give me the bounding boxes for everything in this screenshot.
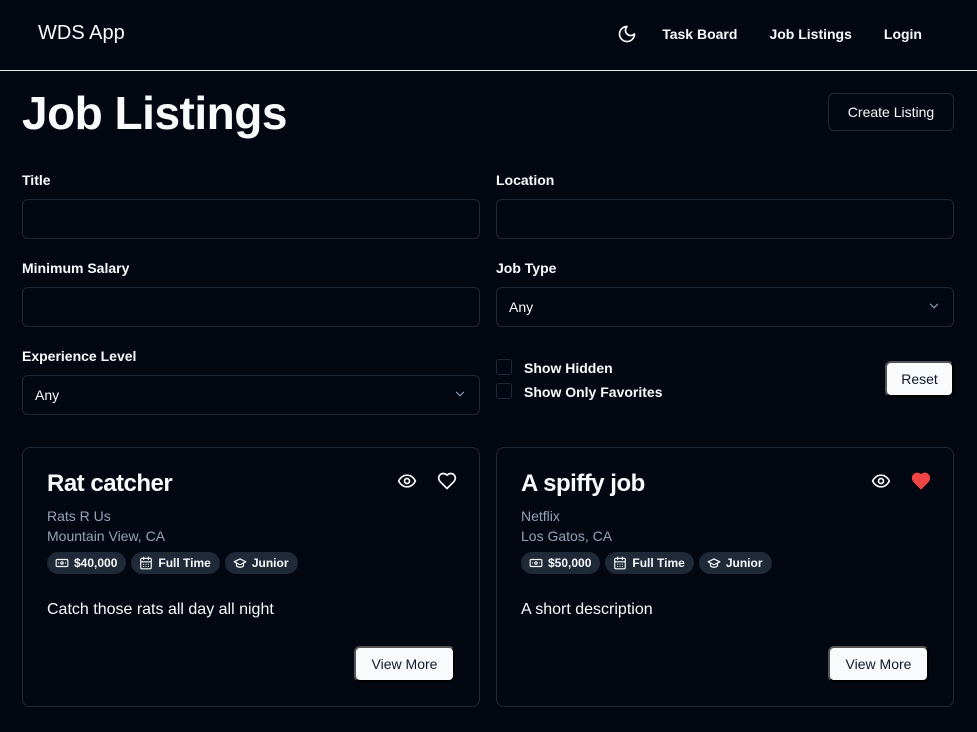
- min-salary-input[interactable]: [22, 287, 480, 327]
- page-title: Job Listings: [22, 87, 287, 139]
- banknote-icon: [55, 558, 69, 568]
- level-badge: Junior: [224, 552, 298, 574]
- level-badge: Junior: [698, 552, 772, 574]
- show-hidden-checkbox[interactable]: [496, 359, 512, 375]
- type-value: Full Time: [632, 556, 685, 570]
- type-badge: Full Time: [605, 552, 694, 574]
- job-card: Rat catcher Rats R Us Mountain View, CA …: [22, 447, 480, 707]
- location-input[interactable]: [496, 199, 954, 239]
- nav-link-job-listings[interactable]: Job Listings: [769, 22, 851, 46]
- job-badges: $40,000 Full Time Junior: [47, 552, 303, 574]
- job-location: Mountain View, CA: [47, 528, 166, 544]
- eye-icon[interactable]: [396, 470, 418, 492]
- salary-badge: $40,000: [47, 552, 127, 574]
- experience-label: Experience Level: [22, 348, 137, 364]
- chevron-down-icon: [927, 299, 941, 316]
- experience-select[interactable]: Any: [22, 375, 480, 415]
- job-type-select[interactable]: Any: [496, 287, 954, 327]
- job-card: A spiffy job Netflix Los Gatos, CA $50,0…: [496, 447, 954, 707]
- salary-badge: $50,000: [521, 552, 601, 574]
- calendar-icon: [140, 556, 153, 570]
- reset-button[interactable]: Reset: [885, 361, 954, 397]
- create-listing-button[interactable]: Create Listing: [828, 93, 954, 131]
- level-value: Junior: [725, 556, 763, 570]
- show-favorites-label: Show Only Favorites: [524, 384, 663, 400]
- nav-menu: Task Board Job Listings Login: [615, 22, 922, 46]
- calendar-icon: [614, 556, 627, 570]
- brand-logo[interactable]: WDS App: [38, 22, 125, 45]
- heart-filled-icon[interactable]: [910, 470, 932, 492]
- eye-icon[interactable]: [870, 470, 892, 492]
- view-more-button[interactable]: View More: [354, 646, 455, 682]
- nav-link-task-board[interactable]: Task Board: [662, 22, 737, 46]
- type-badge: Full Time: [131, 552, 220, 574]
- moon-icon[interactable]: [615, 22, 639, 46]
- chevron-down-icon: [453, 387, 467, 404]
- view-more-button[interactable]: View More: [828, 646, 929, 682]
- salary-value: $50,000: [548, 556, 592, 570]
- title-label: Title: [22, 172, 51, 188]
- job-title: Rat catcher: [47, 470, 173, 497]
- graduation-cap-icon: [233, 558, 247, 568]
- graduation-cap-icon: [707, 558, 721, 568]
- job-company: Rats R Us: [47, 508, 111, 524]
- job-type-label: Job Type: [496, 260, 557, 276]
- job-badges: $50,000 Full Time Junior: [521, 552, 777, 574]
- job-location: Los Gatos, CA: [521, 528, 613, 544]
- job-description: A short description: [521, 601, 653, 618]
- min-salary-label: Minimum Salary: [22, 260, 130, 276]
- type-value: Full Time: [158, 556, 211, 570]
- experience-value: Any: [35, 387, 60, 403]
- job-description: Catch those rats all day all night: [47, 601, 274, 618]
- show-favorites-checkbox[interactable]: [496, 383, 512, 399]
- job-company: Netflix: [521, 508, 560, 524]
- salary-value: $40,000: [74, 556, 118, 570]
- banknote-icon: [529, 558, 543, 568]
- top-navbar: WDS App Task Board Job Listings Login: [0, 0, 977, 71]
- level-value: Junior: [251, 556, 289, 570]
- show-favorites-option[interactable]: Show Only Favorites: [496, 383, 663, 400]
- title-input[interactable]: [22, 199, 480, 239]
- nav-link-login[interactable]: Login: [884, 22, 922, 46]
- show-hidden-label: Show Hidden: [524, 360, 613, 376]
- show-hidden-option[interactable]: Show Hidden: [496, 359, 613, 376]
- heart-icon[interactable]: [436, 470, 458, 492]
- job-title: A spiffy job: [521, 470, 645, 497]
- job-type-value: Any: [509, 299, 534, 315]
- location-label: Location: [496, 172, 555, 188]
